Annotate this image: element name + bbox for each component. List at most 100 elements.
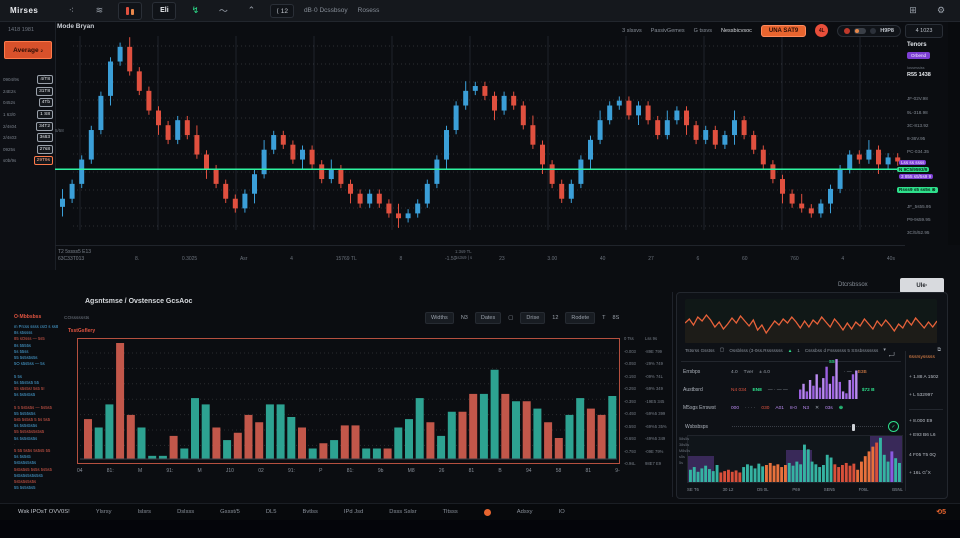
metric-row-austbsrd[interactable]: Austbsrd N4 034 EN8 — · — — $72 B [683,381,903,399]
timeline-tick: 0.3025 [182,256,197,262]
watchlist-item[interactable]: 1 63/01 S8 [3,109,53,121]
volume-x-label: 02 [258,468,264,474]
trendline-icon[interactable]: 〜 [214,4,232,18]
watchlist-item[interactable]: 0452s4Tb [3,97,53,109]
watchlist-item[interactable]: s0b/9s29T9s [3,155,53,167]
candlestick-chart-canvas[interactable] [55,22,905,245]
dots-icon[interactable]: ⁖ [62,4,80,18]
slider-go-icon[interactable]: ✓ [888,421,899,432]
volume-toolbar-button[interactable]: Dates [475,312,501,324]
status-item[interactable]: Dsss Sslsr [389,509,416,515]
status-item[interactable]: Dslsss [177,509,194,515]
disclosure-button[interactable]: Ule· [900,278,944,293]
chevron-up-icon[interactable]: ⌃ [242,4,260,18]
volume-x-label: 9- [615,468,619,474]
watchlist-active-item[interactable]: Average 2 [4,41,52,59]
toolbar-label-2[interactable]: Rosess [358,7,380,14]
price-green-tag[interactable]: N 9C5/9593/9 [897,167,929,172]
filter-icon[interactable]: ≋ [90,4,108,18]
check-up-icon: ▲ [788,348,793,353]
order-badge[interactable]: Orbend [907,52,930,59]
status-item[interactable]: Tltsss [443,509,458,515]
status-item[interactable]: Gssst/5 [220,509,240,515]
volume-toolbar-button[interactable]: 8S [613,315,620,321]
app-logo[interactable]: Mirses [10,6,38,15]
price-axis-value: R55 1438 [907,72,931,78]
volume-chart-toolbar: Widths N3 Dates ▢ Drise 12 Rodete T 8S [425,312,619,324]
pulse-icon[interactable]: ↯ [186,4,204,18]
row3-go-icon[interactable]: ⊕ [839,406,843,411]
volume-axis2-label: -59% 349 [645,386,667,391]
header-stat-2: PassivGemes [651,28,685,34]
slider-track[interactable] [732,426,883,428]
watchlist-item-value: 4/T8 [37,75,53,84]
row3-p4: 03s [825,406,833,411]
status-item[interactable]: Ylsrsy [96,509,112,515]
volume-axis2-label: 98E7 E9 [645,461,667,466]
panel-subheader: Tstsrss Gsstss ▢ Ossblsss (3-0ss.Rssssss… [685,347,941,353]
volume-axis-1: 0 Tss-0.003-0.093-0.193-0.293-0.393-0.49… [624,336,636,466]
chart-timeline[interactable]: T2 5ssss5 E13 63C33T013 1:3s9 TL 1s3s9 |… [55,245,905,270]
toggle-label: H9P8 [880,28,894,34]
toolbar-label-1[interactable]: dB·0 Dcssbsoy [304,7,348,14]
timeline-tick: 4 [841,256,844,262]
status-item[interactable]: IO [559,509,565,515]
volume-x-label: 94 [526,468,532,474]
corner-resize-icon[interactable]: ⌐┘ [889,353,896,359]
volume-toolbar-button[interactable]: N3 [461,315,468,321]
timeline-tick: 40s [887,256,895,262]
volume-toolbar-button[interactable]: T [602,315,605,321]
volume-axis2-label: -69%5 35% [645,424,667,429]
status-item[interactable]: DL5 [266,509,277,515]
watchlist-item[interactable]: 2/4s033s63 [3,132,53,144]
primary-cta-button[interactable]: UNA SAT9 [761,25,806,37]
volume-bar-canvas[interactable] [78,339,619,463]
settings-gear-icon[interactable]: ⚙ [932,4,950,18]
panel-count: 1 [797,348,800,353]
indicator-text-icon[interactable]: Eli [152,2,176,20]
price-purple-tag[interactable]: Lss ss ssss [899,160,926,165]
panel-toggle-label[interactable]: Tstsrss Gsstss [685,348,715,353]
volume-toolbar-button[interactable]: ▢ [508,315,513,321]
status-item[interactable]: Adsxy [517,509,533,515]
row2-tail: $72 B [862,388,875,393]
chevron-down-icon[interactable]: ▾ [883,347,886,353]
purple-histogram-canvas [799,359,859,401]
metric-row-errsbps[interactable]: Errsbps 4.0 Tver ± 4.0 · — B3B [683,363,903,381]
mode-toggle-pill[interactable]: H9P8 [837,25,901,37]
price-axis-header: Tenors [907,42,927,48]
candlestick-tool-icon[interactable] [118,2,142,20]
volume-toolbar-button[interactable]: Rodete [565,312,595,324]
status-item[interactable]: Wsk IPOsT OVV0S! [18,509,70,515]
alert-badge[interactable]: 4L [815,24,828,37]
metric-row-m5sgs[interactable]: M5sgs Errswst 000 · · · · 030 A01 8-0 N3… [683,399,903,417]
slider-knob[interactable] [852,424,855,431]
status-item[interactable]: Bvtlss [302,509,317,515]
price-purple-tag[interactable]: 3 855 s5/5s9 9 [899,174,933,179]
watchlist-item-label: 2/4s04 [3,124,17,129]
watchlist-item[interactable]: 0925s27s8 [3,144,53,156]
volume-toolbar-button[interactable]: Widths [425,312,454,324]
toggle-switch[interactable] [854,28,866,34]
mini-x-label: P69 [792,487,800,492]
timeframe-pill[interactable]: ⟨ 12 [270,4,294,18]
mini-histogram-box[interactable] [687,435,903,483]
watchlist-item[interactable]: 24E2s31T8 [3,86,53,98]
volume-chart-frame[interactable] [77,338,620,464]
expand-icon[interactable]: ⧉ [937,347,941,353]
status-item[interactable]: Islsrs [138,509,152,515]
volume-toolbar-button[interactable]: Drise [520,312,545,324]
status-item[interactable]: IPd Jsd [344,509,363,515]
price-green-tag[interactable]: Rsss9 s5 ss5s ⊗ [897,187,938,193]
zoom-level-pill[interactable]: 4 1023 [905,24,943,38]
watchlist-item[interactable]: 2/4s0434T2 [3,120,53,132]
sparkline-box[interactable] [685,299,937,343]
log-list-header: O·Mbbsbss [14,314,62,320]
watchlist-item[interactable]: 0904/9s4/T8 [3,74,53,86]
row3-x-icon[interactable]: ✕ [815,406,819,411]
apps-grid-icon[interactable]: ⊞ [904,4,922,18]
session-icon[interactable]: ⟲5 [936,508,946,516]
volume-axis2-label: -09E 79% [645,449,667,454]
square-icon[interactable]: ▢ [720,347,725,353]
volume-toolbar-button[interactable]: 12 [552,315,558,321]
